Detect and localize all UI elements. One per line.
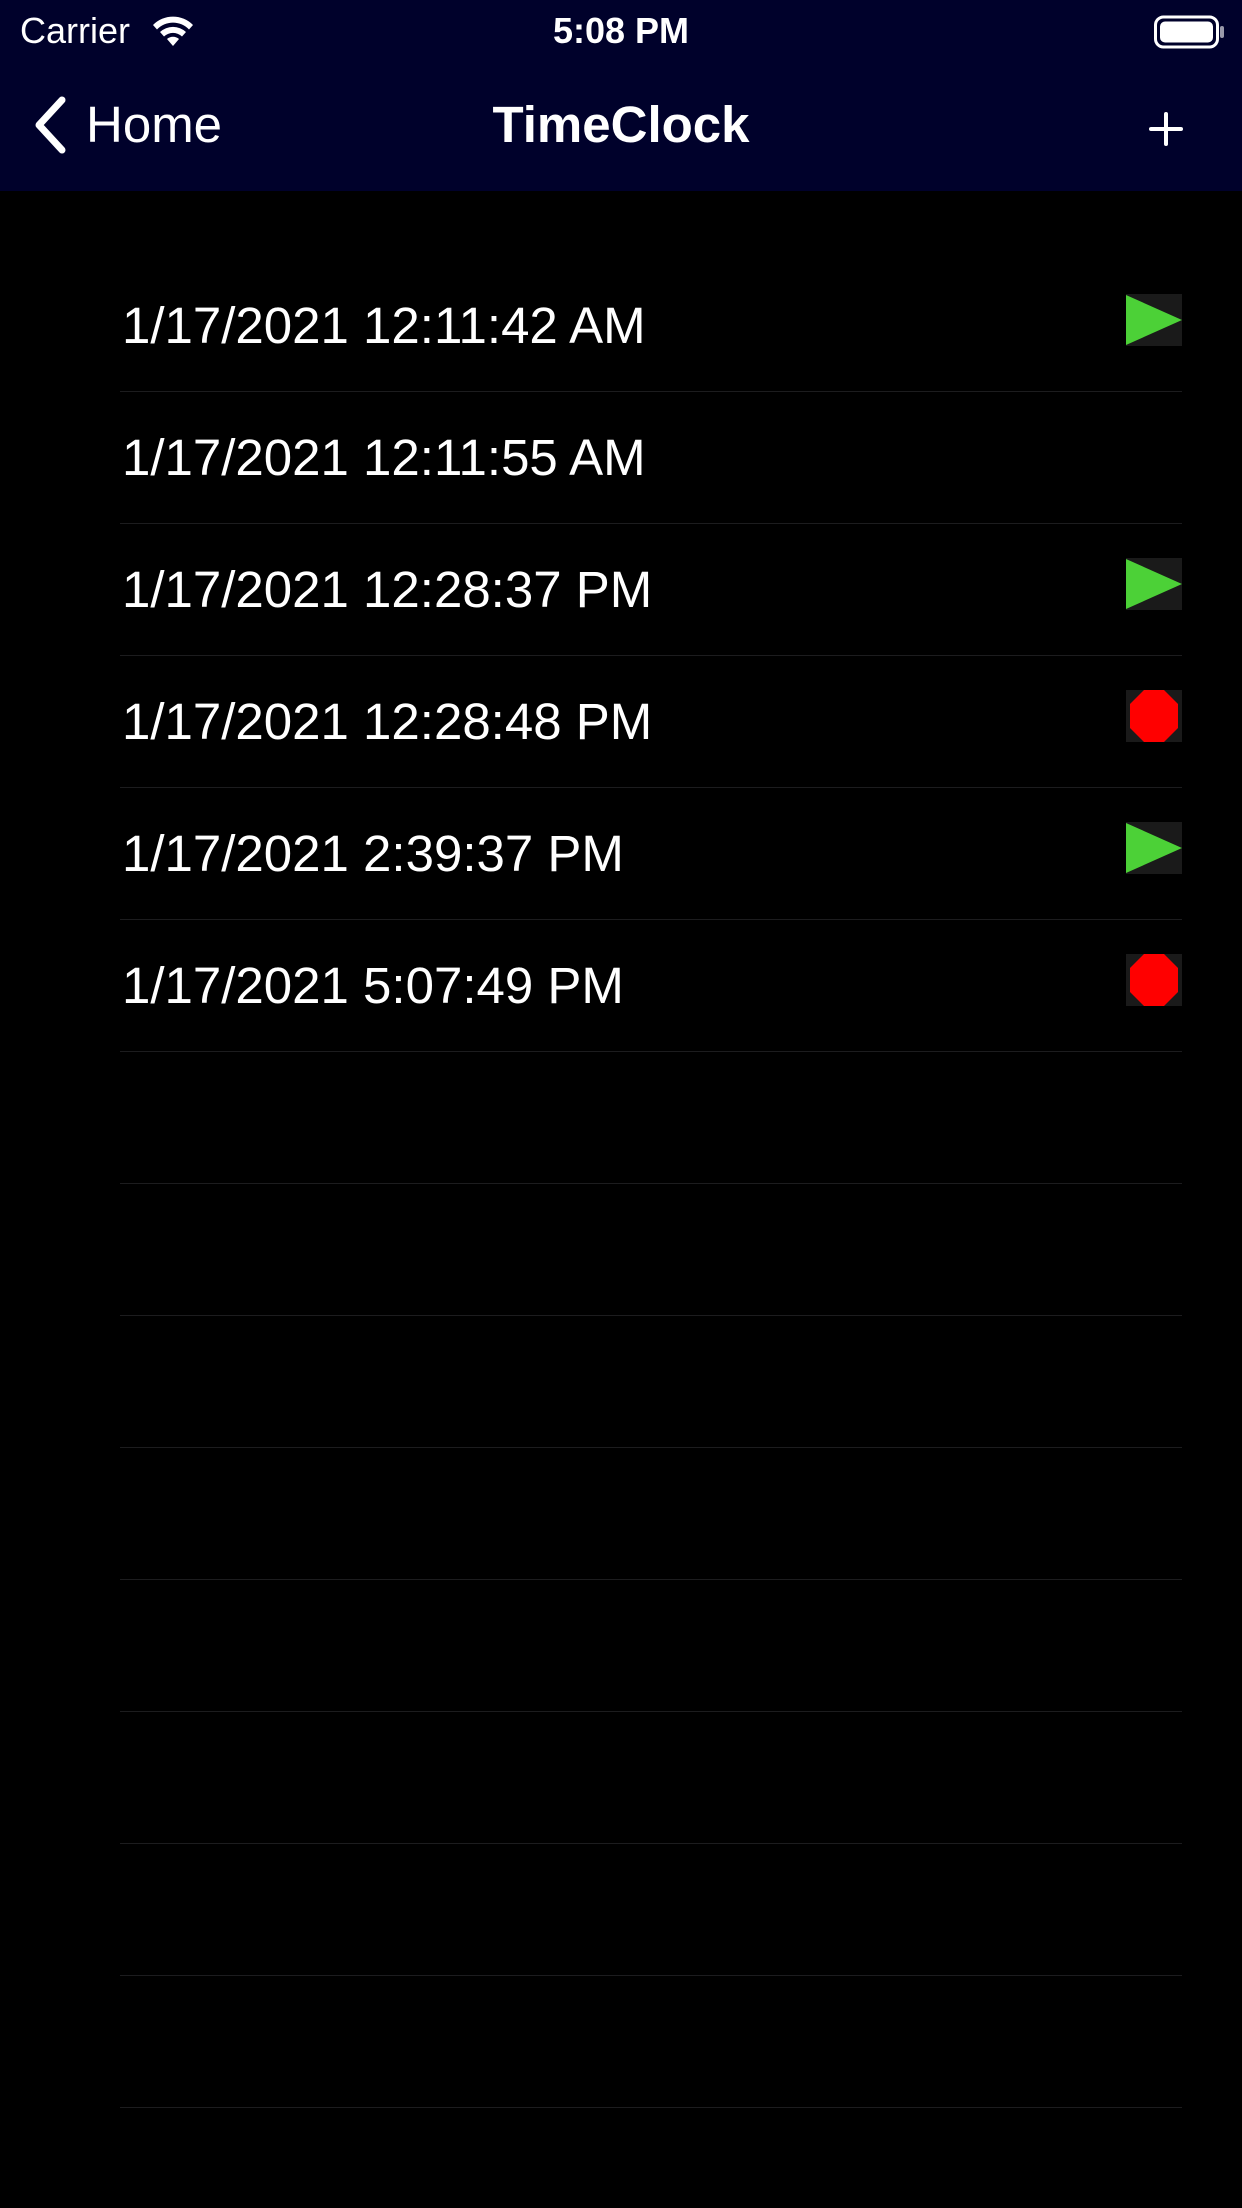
stop-icon [1126,690,1182,742]
table-row[interactable]: 1/17/2021 12:28:37 PM [120,524,1182,656]
timestamp-label: 1/17/2021 2:39:37 PM [122,825,624,882]
empty-table-row [120,1316,1182,1448]
stop-icon [1126,954,1182,1006]
table-row[interactable]: 1/17/2021 12:28:48 PM [120,656,1182,788]
page-title: TimeClock [492,96,750,153]
timestamp-label: 1/17/2021 5:07:49 PM [122,957,624,1014]
timestamp-label: 1/17/2021 12:11:55 AM [122,429,646,486]
timestamp-label: 1/17/2021 12:11:42 AM [122,297,646,354]
table-row[interactable]: 1/17/2021 12:11:42 AM [120,260,1182,392]
play-icon [1126,822,1182,874]
empty-table-row [120,1844,1182,1976]
top-bar: Carrier 5:08 PM Home TimeClock [0,0,1242,191]
play-icon [1126,294,1182,346]
empty-table-row [120,1448,1182,1580]
timestamp-label: 1/17/2021 12:28:48 PM [122,693,653,750]
empty-table-row [120,1052,1182,1184]
time-entries-table: 1/17/2021 12:11:42 AM 1/17/2021 12:11:55… [0,260,1242,2108]
empty-table-row [120,1976,1182,2108]
empty-table-row [120,1712,1182,1844]
table-row[interactable]: 1/17/2021 2:39:37 PM [120,788,1182,920]
status-bar: Carrier 5:08 PM [0,0,1242,62]
timestamp-label: 1/17/2021 12:28:37 PM [122,561,653,618]
battery-icon [1154,15,1224,49]
empty-table-row [120,1580,1182,1712]
navigation-bar: Home TimeClock [0,62,1242,191]
table-row[interactable]: 1/17/2021 12:11:55 AM [120,392,1182,524]
play-icon [1126,558,1182,610]
add-button[interactable] [1148,96,1184,156]
empty-table-row [120,1184,1182,1316]
status-time: 5:08 PM [552,10,690,51]
table-row[interactable]: 1/17/2021 5:07:49 PM [120,920,1182,1052]
